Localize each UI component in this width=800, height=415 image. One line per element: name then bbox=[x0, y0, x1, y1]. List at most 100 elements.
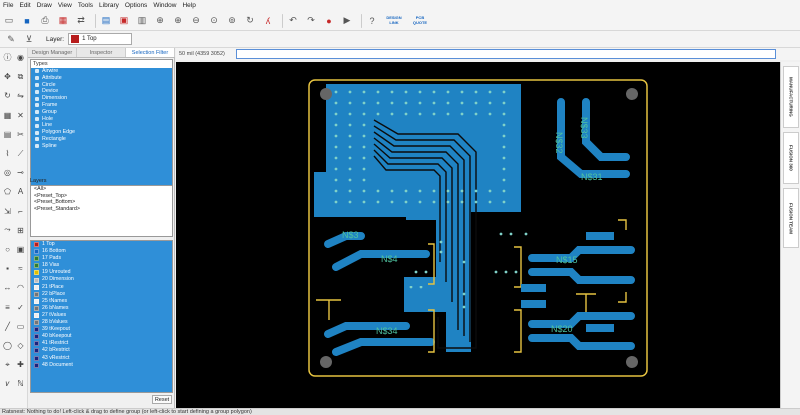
layer-item[interactable]: 18 Vias bbox=[31, 262, 172, 269]
open-icon[interactable]: ▭ bbox=[2, 14, 16, 28]
run-ulp-icon[interactable]: ▥ bbox=[135, 14, 149, 28]
layer-item[interactable]: 48 Document bbox=[31, 362, 172, 369]
menu-library[interactable]: Library bbox=[99, 2, 119, 9]
type-item[interactable]: Group bbox=[31, 109, 172, 116]
layer-item[interactable]: 41 tRestrict bbox=[31, 340, 172, 347]
mirror-icon[interactable]: ⇋ bbox=[15, 90, 26, 101]
help-icon[interactable]: ? bbox=[365, 14, 379, 28]
layer-item[interactable]: 26 bNames bbox=[31, 305, 172, 312]
save-icon[interactable]: ■ bbox=[20, 14, 34, 28]
route-icon[interactable]: ⟋ bbox=[15, 148, 26, 159]
menu-help[interactable]: Help bbox=[182, 2, 195, 9]
layer-presets-list[interactable]: <All> <Preset_Top> <Preset_Bottom> <Preset_… bbox=[30, 185, 173, 237]
rect-icon[interactable]: ▭ bbox=[15, 321, 26, 332]
text-icon[interactable]: A bbox=[15, 186, 26, 197]
circle-icon[interactable]: ◯ bbox=[2, 340, 13, 351]
paste-icon[interactable]: ▤ bbox=[2, 129, 13, 140]
pcb-quote-button[interactable]: PCB QUOTE bbox=[409, 14, 431, 28]
layers-list[interactable]: 1 Top 16 Bottom 17 Pads 18 Vias 19 Unrouted 2… bbox=[30, 240, 173, 393]
board-canvas[interactable]: N$3 N$4 N$34 N$31 N$32 N$33 N$15 N$20 bbox=[176, 62, 780, 408]
zoom-fit-icon[interactable]: ⊕ bbox=[153, 14, 167, 28]
layer-item[interactable]: 1 Top bbox=[31, 241, 172, 248]
stop-icon[interactable]: ● bbox=[322, 14, 336, 28]
mark-icon[interactable]: ✚ bbox=[15, 359, 26, 370]
type-item[interactable]: Hole bbox=[31, 116, 172, 123]
script-icon[interactable]: ▣ bbox=[117, 14, 131, 28]
board-icon[interactable]: ▤ bbox=[99, 14, 113, 28]
undo-icon[interactable]: ↶ bbox=[286, 14, 300, 28]
menu-draw[interactable]: Draw bbox=[37, 2, 52, 9]
tab-fusion-team[interactable]: FUSION TEAM bbox=[783, 188, 799, 248]
optimize-icon[interactable]: ⇲ bbox=[2, 206, 13, 217]
schematic-switch-icon[interactable]: ⇄ bbox=[74, 14, 88, 28]
polygon-icon[interactable]: ⬠ bbox=[2, 186, 13, 197]
type-item[interactable]: Polygon Edge bbox=[31, 129, 172, 136]
layer-item[interactable]: 21 tPlace bbox=[31, 284, 172, 291]
via-icon[interactable]: ◎ bbox=[2, 167, 13, 178]
layer-item[interactable]: 20 Dimension bbox=[31, 276, 172, 283]
smd-icon[interactable]: ▪ bbox=[2, 263, 13, 274]
info-icon[interactable]: ⓘ bbox=[2, 52, 13, 63]
type-item[interactable]: Rectangle bbox=[31, 136, 172, 143]
type-item[interactable]: Device bbox=[31, 88, 172, 95]
redraw-icon[interactable]: ↻ bbox=[243, 14, 257, 28]
layer-item[interactable]: 27 tValues bbox=[31, 312, 172, 319]
layer-item[interactable]: 40 bKeepout bbox=[31, 333, 172, 340]
menu-file[interactable]: File bbox=[3, 2, 13, 9]
arc-icon[interactable]: ◠ bbox=[15, 282, 26, 293]
signal-icon[interactable]: ≈ bbox=[15, 263, 26, 274]
go-icon[interactable]: ▶ bbox=[340, 14, 354, 28]
zoom-select-icon[interactable]: ⊙ bbox=[207, 14, 221, 28]
zoom-in-icon[interactable]: ⊕ bbox=[171, 14, 185, 28]
cut-icon[interactable]: ✂ bbox=[15, 129, 26, 140]
name-icon[interactable]: ℕ bbox=[15, 378, 26, 389]
type-item[interactable]: Attribute bbox=[31, 75, 172, 82]
command-input[interactable] bbox=[236, 49, 776, 59]
pcb-drawing[interactable]: N$3 N$4 N$34 N$31 N$32 N$33 N$15 N$20 bbox=[176, 62, 780, 408]
hole-icon[interactable]: ○ bbox=[2, 244, 13, 255]
measure-icon[interactable]: ⌖ bbox=[2, 359, 13, 370]
type-item[interactable]: Airwire bbox=[31, 68, 172, 75]
menu-tools[interactable]: Tools bbox=[78, 2, 93, 9]
value-icon[interactable]: 𝑣 bbox=[2, 378, 13, 389]
redo-icon[interactable]: ↷ bbox=[304, 14, 318, 28]
split-icon[interactable]: ⊸ bbox=[15, 167, 26, 178]
move-icon[interactable]: ✥ bbox=[2, 71, 13, 82]
copy-icon[interactable]: ⧉ bbox=[15, 71, 26, 82]
layer-item[interactable]: 25 tNames bbox=[31, 298, 172, 305]
zoom-out-icon[interactable]: ⊖ bbox=[189, 14, 203, 28]
reset-button[interactable]: Reset bbox=[152, 395, 172, 404]
delete-icon[interactable]: ✕ bbox=[15, 110, 26, 121]
preset-item[interactable]: <Preset_Standard> bbox=[31, 206, 172, 213]
filter-icon[interactable]: ⊻ bbox=[22, 32, 36, 46]
design-link-button[interactable]: DESIGN LINK bbox=[383, 14, 405, 28]
type-item[interactable]: Line bbox=[31, 122, 172, 129]
menu-edit[interactable]: Edit bbox=[19, 2, 30, 9]
type-item[interactable]: Spline bbox=[31, 143, 172, 150]
tab-selection-filter[interactable]: Selection Filter bbox=[126, 48, 175, 57]
layer-item[interactable]: 42 bRestrict bbox=[31, 347, 172, 354]
attribute-icon[interactable]: ◇ bbox=[15, 340, 26, 351]
dimension-icon[interactable]: ↔ bbox=[2, 282, 13, 293]
menu-window[interactable]: Window bbox=[153, 2, 176, 9]
zoom-last-icon[interactable]: ⊚ bbox=[225, 14, 239, 28]
layer-item[interactable]: 43 vRestrict bbox=[31, 355, 172, 362]
cam-processor-icon[interactable]: ▦ bbox=[56, 14, 70, 28]
layer-item[interactable]: 19 Unrouted bbox=[31, 269, 172, 276]
layer-item[interactable]: 16 Bottom bbox=[31, 248, 172, 255]
layer-item[interactable]: 28 bValues bbox=[31, 319, 172, 326]
layer-icon[interactable]: ≡ bbox=[2, 302, 13, 313]
ratsnest-icon[interactable]: ʎ bbox=[261, 14, 275, 28]
group-icon[interactable]: ▦ bbox=[2, 110, 13, 121]
ripup-icon[interactable]: ⤳ bbox=[2, 225, 13, 236]
print-icon[interactable]: ⎙ bbox=[38, 14, 52, 28]
menu-view[interactable]: View bbox=[58, 2, 72, 9]
layer-item[interactable]: 39 tKeepout bbox=[31, 326, 172, 333]
line-icon[interactable]: ╱ bbox=[2, 321, 13, 332]
eye-icon[interactable]: ◉ bbox=[15, 52, 26, 63]
type-item[interactable]: Frame bbox=[31, 102, 172, 109]
wire-icon[interactable]: ⌇ bbox=[2, 148, 13, 159]
type-item[interactable]: Dimension bbox=[31, 95, 172, 102]
menu-options[interactable]: Options bbox=[125, 2, 147, 9]
layer-select[interactable]: 1 Top bbox=[68, 33, 133, 45]
